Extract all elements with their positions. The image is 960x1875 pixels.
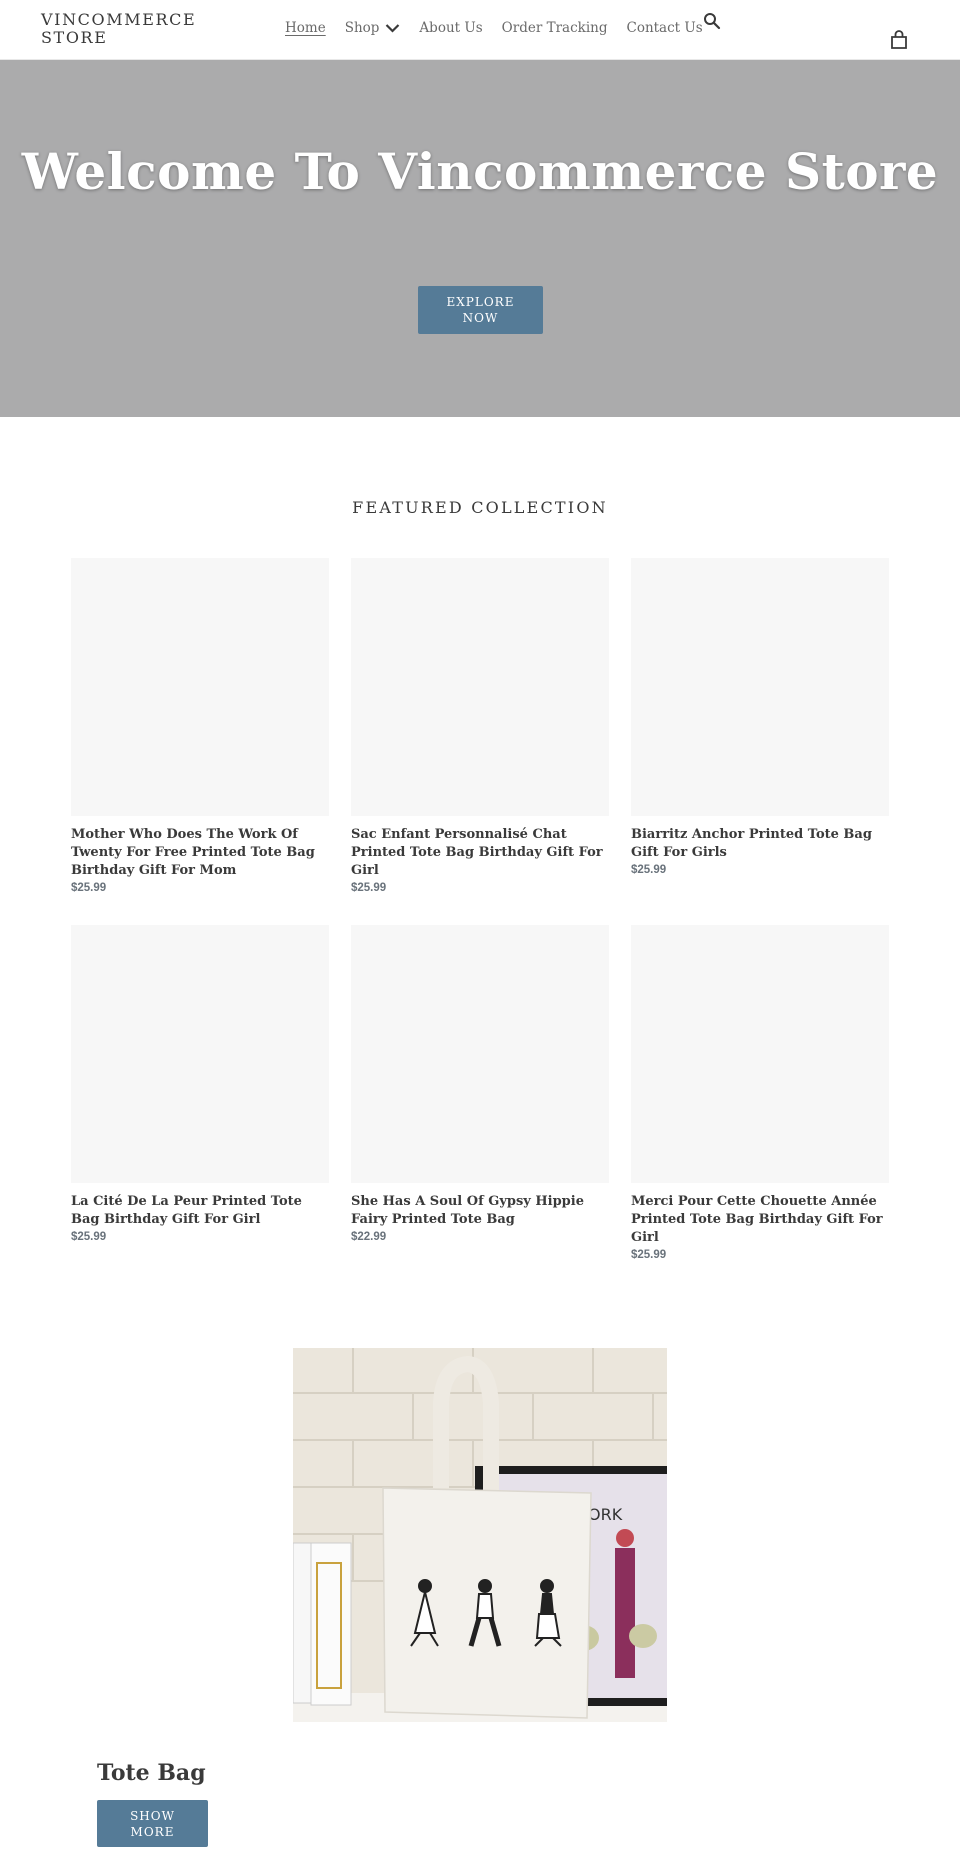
explore-now-button[interactable]: EXPLORE NOW: [418, 286, 543, 334]
site-header: VINCOMMERCE STORE Home Shop About Us Ord…: [0, 0, 960, 60]
search-icon: [704, 13, 721, 30]
product-card[interactable]: La Cité De La Peur Printed Tote Bag Birt…: [71, 925, 329, 1292]
product-price: $25.99: [71, 1231, 107, 1243]
svg-text:ORK: ORK: [588, 1505, 623, 1524]
product-title: Sac Enfant Personnalisé Chat Printed Tot…: [351, 827, 603, 878]
featured-collection-title: FEATURED COLLECTION: [352, 498, 608, 517]
nav-home[interactable]: Home: [285, 20, 326, 36]
product-image-placeholder: [351, 925, 609, 1183]
product-price: $25.99: [631, 864, 667, 876]
tote-bag-feature-image[interactable]: ORK: [293, 1348, 667, 1722]
cart-button[interactable]: [890, 30, 908, 50]
show-more-button[interactable]: SHOW MORE: [97, 1800, 208, 1847]
hero-title: Welcome To Vincommerce Store: [21, 142, 939, 201]
product-price: $25.99: [351, 882, 387, 894]
main-nav: Home Shop About Us Order Tracking Contac…: [285, 20, 722, 36]
product-title: La Cité De La Peur Printed Tote Bag Birt…: [71, 1194, 302, 1227]
product-image-placeholder: [71, 558, 329, 816]
product-card[interactable]: Merci Pour Cette Chouette Année Printed …: [631, 925, 889, 1292]
search-button[interactable]: [703, 12, 721, 30]
hero-banner: Welcome To Vincommerce Store EXPLORE NOW: [0, 60, 960, 417]
product-image-placeholder: [351, 558, 609, 816]
product-price: $25.99: [71, 882, 107, 894]
nav-order-tracking[interactable]: Order Tracking: [502, 20, 608, 36]
product-image-placeholder: [631, 925, 889, 1183]
nav-about-us[interactable]: About Us: [419, 20, 482, 36]
nav-contact-us[interactable]: Contact Us: [626, 20, 702, 36]
tote-bag-photo: ORK: [293, 1348, 667, 1722]
product-image-placeholder: [631, 558, 889, 816]
product-card[interactable]: Mother Who Does The Work Of Twenty For F…: [71, 558, 329, 925]
product-title: She Has A Soul Of Gypsy Hippie Fairy Pri…: [351, 1194, 584, 1227]
product-title: Mother Who Does The Work Of Twenty For F…: [71, 827, 315, 878]
product-price: $22.99: [351, 1231, 387, 1243]
product-image-placeholder: [71, 925, 329, 1183]
product-price: $25.99: [631, 1249, 667, 1261]
store-logo[interactable]: VINCOMMERCE STORE: [41, 11, 221, 47]
nav-shop-label: Shop: [344, 20, 380, 36]
product-title: Biarritz Anchor Printed Tote Bag Gift Fo…: [631, 827, 872, 860]
product-card[interactable]: She Has A Soul Of Gypsy Hippie Fairy Pri…: [351, 925, 609, 1292]
product-grid: Mother Who Does The Work Of Twenty For F…: [71, 558, 889, 1292]
product-title: Merci Pour Cette Chouette Année Printed …: [631, 1194, 883, 1245]
shopping-bag-icon: [891, 30, 907, 49]
nav-shop[interactable]: Shop: [345, 20, 401, 36]
product-card[interactable]: Biarritz Anchor Printed Tote Bag Gift Fo…: [631, 558, 889, 925]
product-card[interactable]: Sac Enfant Personnalisé Chat Printed Tot…: [351, 558, 609, 925]
chevron-down-icon: [386, 24, 400, 33]
collection-feature-title: Tote Bag: [97, 1760, 206, 1786]
